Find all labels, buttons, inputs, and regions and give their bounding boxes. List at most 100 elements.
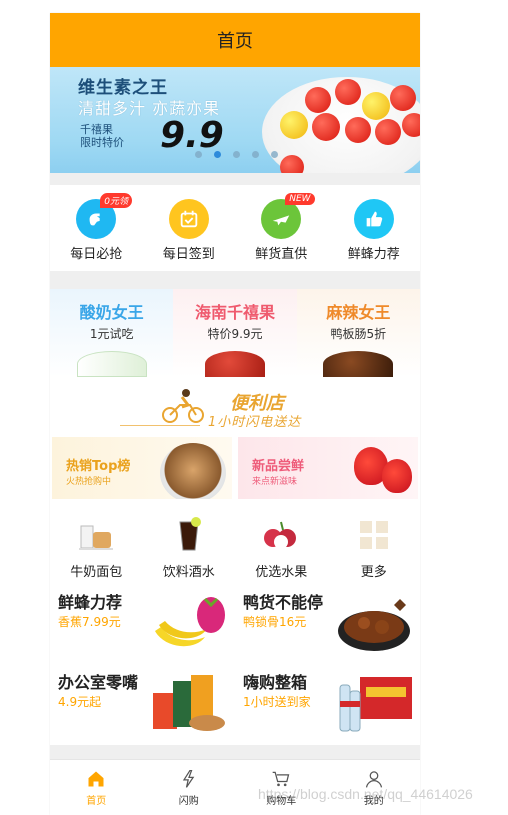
category-row: 牛奶面包 饮料酒水 优选水果 更多 xyxy=(50,499,420,585)
badge-free: 0元领 xyxy=(100,193,132,208)
product-name: 鲜蜂力荐 xyxy=(58,593,123,612)
section-divider xyxy=(50,271,420,289)
delivery-rider-icon xyxy=(162,389,204,423)
promo-spicy[interactable]: 麻辣女王 鸭板肠5折 xyxy=(296,289,420,377)
header-bar: 首页 xyxy=(50,13,420,67)
tomato-image xyxy=(375,119,401,145)
category-label: 牛奶面包 xyxy=(70,565,123,580)
tomato-image xyxy=(345,117,371,143)
banana-image xyxy=(155,597,225,647)
carousel-dot[interactable] xyxy=(271,151,278,158)
tomato-image xyxy=(362,92,390,120)
product-bulk-buy[interactable]: 嗨购整箱 1小时送到家 xyxy=(235,665,420,745)
section-divider xyxy=(50,173,420,185)
snacks-image xyxy=(153,675,225,731)
tomato-image xyxy=(305,87,331,113)
category-more[interactable]: 更多 xyxy=(328,515,421,585)
badge-new: NEW xyxy=(285,193,315,205)
page-title: 首页 xyxy=(217,31,253,52)
card-top-sellers[interactable]: 热销Top榜 火热抢购中 xyxy=(52,437,232,499)
quick-label: 每日签到 xyxy=(162,247,215,262)
product-recommend[interactable]: 鲜蜂力荐 香蕉7.99元 xyxy=(50,585,235,665)
phone-page: 首页 维生素之王 清甜多汁 亦蔬亦果 千禧果 限时特价 9.9 0元领 每日必抢… xyxy=(50,13,420,815)
tomato-image xyxy=(335,79,361,105)
tomato-image xyxy=(390,85,416,111)
card-sub: 来点新滋味 xyxy=(252,477,298,487)
convenience-store-banner[interactable]: 便利店 1小时闪电送达 xyxy=(50,377,420,437)
product-name: 办公室零嘴 xyxy=(58,673,139,692)
watermark-text: https://blog.csdn.net/qq_44614026 xyxy=(258,786,473,802)
quick-label: 鲜货直供 xyxy=(255,247,308,262)
banner-carousel[interactable]: 维生素之王 清甜多汁 亦蔬亦果 千禧果 限时特价 9.9 xyxy=(50,67,420,173)
promo-title: 酸奶女王 xyxy=(79,303,144,322)
banner-price: 9.9 xyxy=(160,115,224,156)
banner-product-text: 千禧果 限时特价 xyxy=(80,123,124,149)
product-duck[interactable]: 鸭货不能停 鸭锁骨16元 xyxy=(235,585,420,665)
lightning-icon xyxy=(178,768,200,790)
water-box-image xyxy=(339,677,412,732)
thumbs-up-icon xyxy=(353,199,394,239)
lychee-icon xyxy=(261,515,301,555)
yogurt-image xyxy=(76,351,147,377)
tab-home[interactable]: 首页 xyxy=(50,760,143,815)
quick-label: 每日必抢 xyxy=(70,247,123,262)
product-price: 香蕉7.99元 xyxy=(58,615,121,629)
product-name: 嗨购整箱 xyxy=(243,673,308,692)
category-milk-bread[interactable]: 牛奶面包 xyxy=(50,515,143,585)
quick-recommend[interactable]: 鲜蜂力荐 xyxy=(328,199,421,271)
strawberry-image xyxy=(382,459,412,493)
plane-icon xyxy=(261,199,302,239)
category-label: 优选水果 xyxy=(255,565,308,580)
category-drinks[interactable]: 饮料酒水 xyxy=(143,515,236,585)
store-tagline: 1小时闪电送达 xyxy=(208,415,302,430)
quick-fresh-direct[interactable]: NEW 鲜货直供 xyxy=(235,193,328,271)
promo-tomato[interactable]: 海南千禧果 特价9.9元 xyxy=(173,289,297,377)
feature-cards: 热销Top榜 火热抢购中 新品尝鲜 来点新滋味 xyxy=(50,437,420,499)
quick-label: 鲜蜂力荐 xyxy=(347,247,400,262)
tab-label: 首页 xyxy=(86,796,107,807)
category-label: 饮料酒水 xyxy=(162,565,215,580)
card-sub: 火热抢购中 xyxy=(66,477,112,487)
card-title: 新品尝鲜 xyxy=(252,459,305,474)
tomato-image xyxy=(204,351,265,377)
quick-daily-deals[interactable]: 0元领 每日必抢 xyxy=(50,193,143,271)
product-price: 鸭锁骨16元 xyxy=(243,615,307,629)
promo-sub: 特价9.9元 xyxy=(207,327,263,341)
category-label: 更多 xyxy=(360,565,387,580)
carousel-dots xyxy=(195,151,278,158)
product-price: 4.9元起 xyxy=(58,695,102,709)
section-divider xyxy=(50,745,420,759)
calendar-icon xyxy=(168,199,209,239)
carousel-dot[interactable] xyxy=(195,151,202,158)
banner-product: 千禧果 xyxy=(80,123,113,136)
tab-flash-sale[interactable]: 闪购 xyxy=(143,760,236,815)
tomato-image xyxy=(312,113,340,141)
product-office-snacks[interactable]: 办公室零嘴 4.9元起 xyxy=(50,665,235,745)
carousel-dot[interactable] xyxy=(252,151,259,158)
tab-label: 闪购 xyxy=(178,796,199,807)
card-title: 热销Top榜 xyxy=(66,459,131,474)
promo-sub: 1元试吃 xyxy=(89,327,134,341)
promo-title: 海南千禧果 xyxy=(194,303,275,322)
tomato-image xyxy=(280,111,308,139)
category-fruits[interactable]: 优选水果 xyxy=(235,515,328,585)
carousel-dot-active[interactable] xyxy=(214,151,221,158)
promo-row: 酸奶女王 1元试吃 海南千禧果 特价9.9元 麻辣女王 鸭板肠5折 xyxy=(50,289,420,377)
grid-icon xyxy=(354,515,394,555)
promo-sub: 鸭板肠5折 xyxy=(330,327,387,341)
food-bowl-image xyxy=(160,443,226,499)
drink-icon xyxy=(169,515,209,555)
product-price: 1小时送到家 xyxy=(243,695,311,709)
tomato-image xyxy=(280,155,304,173)
promo-title: 麻辣女王 xyxy=(326,303,391,322)
quick-entry-row: 0元领 每日必抢 每日签到 NEW 鲜货直供 鲜蜂力荐 xyxy=(50,185,420,271)
quick-daily-checkin[interactable]: 每日签到 xyxy=(143,199,236,271)
promo-yogurt[interactable]: 酸奶女王 1元试吃 xyxy=(50,289,174,377)
product-grid: 鲜蜂力荐 香蕉7.99元 鸭货不能停 鸭锁骨16元 办公室零嘴 4.9元起 嗨购… xyxy=(50,585,420,745)
carousel-dot[interactable] xyxy=(233,151,240,158)
product-name: 鸭货不能停 xyxy=(243,593,324,612)
card-new-arrivals[interactable]: 新品尝鲜 来点新滋味 xyxy=(238,437,418,499)
milk-bread-icon xyxy=(76,515,116,555)
banner-limited: 限时特价 xyxy=(80,136,124,149)
tomato-image xyxy=(402,113,420,137)
